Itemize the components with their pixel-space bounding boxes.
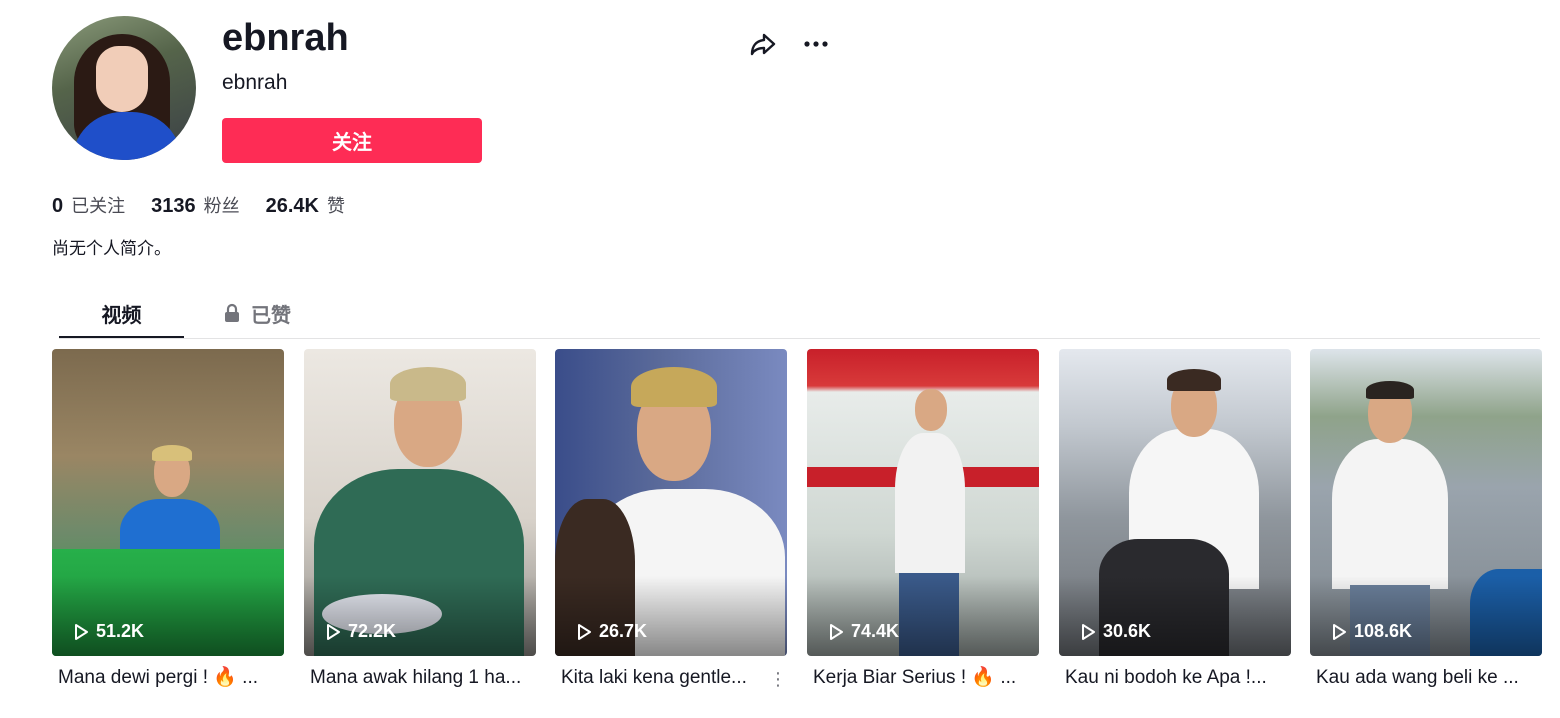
view-count-value: 74.4K xyxy=(851,621,900,641)
thumbnail-person-hair xyxy=(1167,369,1221,391)
video-card[interactable]: 108.6K Kau ada wang beli ke ... xyxy=(1310,349,1542,694)
view-count: 108.6K xyxy=(1330,621,1412,642)
play-icon xyxy=(75,623,88,640)
tab-videos-label: 视频 xyxy=(101,302,142,327)
view-count: 72.2K xyxy=(324,621,396,642)
likes-stat: 26.4K 赞 xyxy=(266,192,345,218)
video-thumbnail[interactable]: 30.6K xyxy=(1059,349,1291,656)
username: ebnrah xyxy=(222,71,288,94)
view-count: 51.2K xyxy=(72,621,144,642)
tab-videos[interactable]: 视频 xyxy=(59,288,184,338)
video-card[interactable]: 26.7K Kita laki kena gentle... ⋮ xyxy=(555,349,787,694)
thumbnail-shade xyxy=(1059,576,1291,656)
tab-liked-label: 已赞 xyxy=(251,302,291,327)
video-thumbnail[interactable]: 108.6K xyxy=(1310,349,1542,656)
thumbnail-person-head xyxy=(915,389,947,431)
followers-label: 粉丝 xyxy=(203,196,240,217)
play-icon xyxy=(830,623,843,640)
video-card[interactable]: 74.4K Kerja Biar Serius ! 🔥 ... xyxy=(807,349,1039,694)
video-caption[interactable]: Kau ni bodoh ke Apa !... xyxy=(1065,665,1277,691)
play-icon xyxy=(1333,623,1346,640)
thumbnail-person xyxy=(895,433,965,573)
profile-bio: 尚无个人简介。 xyxy=(52,239,171,259)
view-count-value: 108.6K xyxy=(1354,621,1413,641)
video-caption[interactable]: Mana dewi pergi ! 🔥 ... xyxy=(58,665,270,691)
play-icon xyxy=(578,623,591,640)
lock-icon xyxy=(225,303,239,322)
play-icon xyxy=(327,623,340,640)
followers-stat[interactable]: 3136 粉丝 xyxy=(151,192,240,218)
view-count: 26.7K xyxy=(575,621,647,642)
thumbnail-person-hair xyxy=(390,367,466,401)
thumbnail-person-hair xyxy=(631,367,717,407)
thumbnail-shade xyxy=(304,576,536,656)
likes-label: 赞 xyxy=(327,196,345,217)
view-count-value: 30.6K xyxy=(1103,621,1152,641)
tab-liked[interactable]: 已赞 xyxy=(217,288,297,338)
follow-button[interactable]: 关注 xyxy=(222,118,482,163)
followers-count: 3136 xyxy=(151,195,196,217)
thumbnail-shade xyxy=(52,576,284,656)
thumbnail-shade xyxy=(555,576,787,656)
video-caption[interactable]: Kerja Biar Serius ! 🔥 ... xyxy=(813,665,1025,691)
following-stat[interactable]: 0 已关注 xyxy=(52,192,125,218)
view-count-value: 72.2K xyxy=(348,621,397,641)
video-caption[interactable]: Kau ada wang beli ke ... xyxy=(1316,665,1528,691)
avatar-face xyxy=(96,46,148,112)
share-icon[interactable] xyxy=(747,28,779,60)
more-options-icon[interactable] xyxy=(800,28,832,60)
thumbnail-person-hair xyxy=(152,445,192,461)
video-thumbnail[interactable]: 72.2K xyxy=(304,349,536,656)
more-options-icon[interactable]: ⋮ xyxy=(769,667,787,691)
thumbnail-shade xyxy=(1310,576,1542,656)
thumbnail-person xyxy=(1332,439,1448,589)
view-count: 74.4K xyxy=(827,621,899,642)
thumbnail-shade xyxy=(807,576,1039,656)
play-icon xyxy=(1082,623,1095,640)
video-card[interactable]: 72.2K Mana awak hilang 1 ha... xyxy=(304,349,536,694)
video-thumbnail[interactable]: 26.7K xyxy=(555,349,787,656)
thumbnail-person-hair xyxy=(1366,381,1414,399)
following-count: 0 xyxy=(52,195,64,217)
video-grid: 51.2K Mana dewi pergi ! 🔥 ... 72.2K Mana… xyxy=(52,349,1542,709)
video-card[interactable]: 30.6K Kau ni bodoh ke Apa !... xyxy=(1059,349,1291,694)
view-count: 30.6K xyxy=(1079,621,1151,642)
active-tab-indicator xyxy=(59,336,184,338)
profile-avatar[interactable] xyxy=(52,16,196,160)
view-count-value: 51.2K xyxy=(96,621,145,641)
view-count-value: 26.7K xyxy=(599,621,648,641)
video-caption[interactable]: Kita laki kena gentle... xyxy=(561,665,773,691)
video-caption[interactable]: Mana awak hilang 1 ha... xyxy=(310,665,522,691)
video-card[interactable]: 51.2K Mana dewi pergi ! 🔥 ... xyxy=(52,349,284,694)
display-name: ebnrah xyxy=(222,17,349,59)
following-label: 已关注 xyxy=(71,196,126,217)
profile-tabs: 视频 已赞 xyxy=(59,288,1540,339)
profile-stats: 0 已关注 3136 粉丝 26.4K 赞 xyxy=(52,192,371,218)
likes-count: 26.4K xyxy=(265,195,319,217)
video-thumbnail[interactable]: 74.4K xyxy=(807,349,1039,656)
video-thumbnail[interactable]: 51.2K xyxy=(52,349,284,656)
